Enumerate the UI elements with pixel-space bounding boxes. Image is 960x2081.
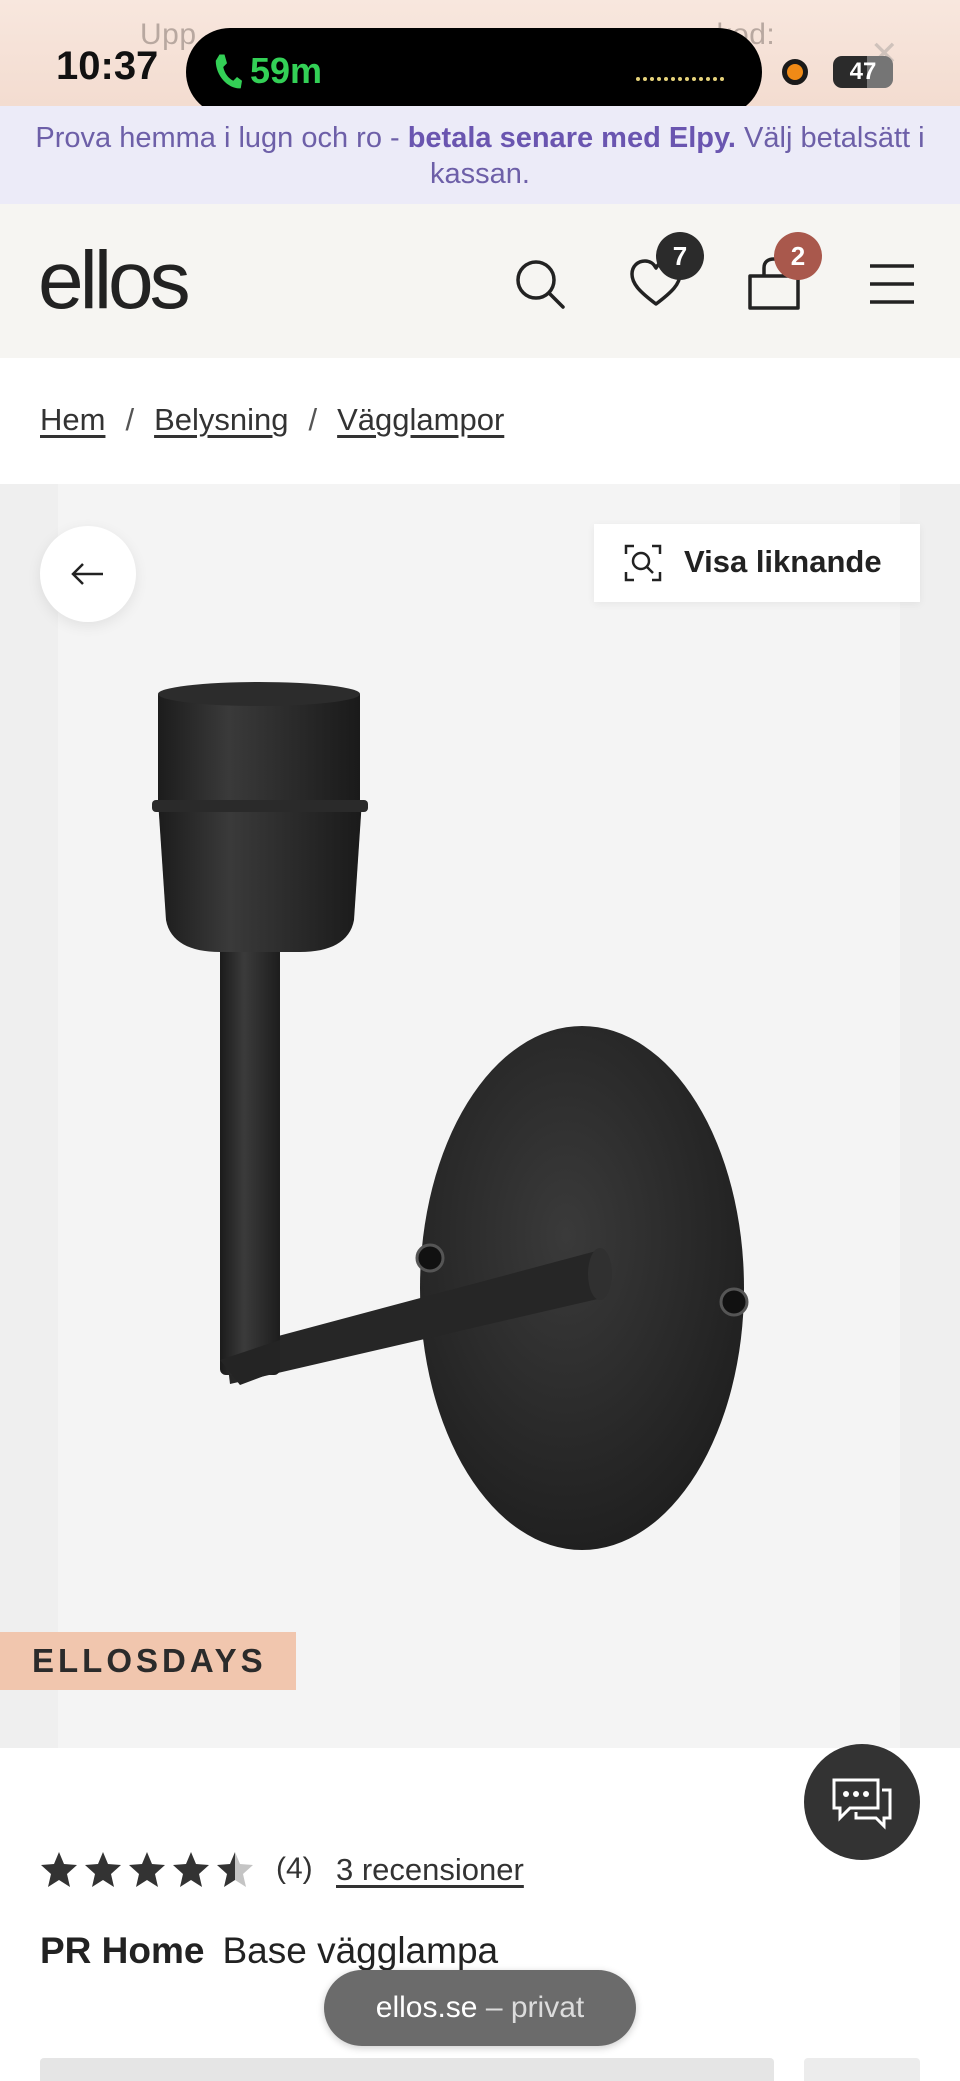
menu-icon[interactable] xyxy=(864,256,920,312)
chat-button[interactable] xyxy=(804,1744,920,1860)
visual-search-icon xyxy=(624,544,662,582)
cart-count-badge: 2 xyxy=(774,232,822,280)
breadcrumb-item-vagglampor[interactable]: Vägglampor xyxy=(337,402,504,437)
secondary-button[interactable] xyxy=(804,2058,920,2081)
chat-icon xyxy=(832,1778,892,1830)
browser-mode: – privat xyxy=(485,1991,585,2024)
site-header: ellos 7 2 xyxy=(0,204,960,358)
status-bar: Upp kod: ✕ 10:37 59m 47 xyxy=(0,0,960,116)
star-icon xyxy=(129,1852,165,1887)
search-icon[interactable] xyxy=(512,256,568,312)
promo-banner[interactable]: Prova hemma i lugn och ro - betala senar… xyxy=(0,106,960,204)
phone-icon xyxy=(215,54,242,89)
product-title: PR Home Base vägglampa xyxy=(40,1930,498,1972)
star-icon xyxy=(41,1852,77,1887)
audio-wave-icon xyxy=(636,68,732,81)
arrow-left-icon xyxy=(71,563,103,585)
rating-stars xyxy=(41,1852,253,1887)
star-icon xyxy=(173,1852,209,1887)
browser-address-pill[interactable]: ellos.se – privat xyxy=(324,1970,636,2046)
back-button[interactable] xyxy=(40,526,136,622)
wishlist-count-badge: 7 xyxy=(656,232,704,280)
browser-domain: ellos.se xyxy=(375,1991,478,2024)
product-name: Base vägglampa xyxy=(222,1930,499,1971)
visa-liknande-button[interactable]: Visa liknande xyxy=(594,524,920,602)
star-icon xyxy=(85,1852,121,1887)
product-photo-wall-lamp xyxy=(152,682,749,1550)
product-brand[interactable]: PR Home xyxy=(40,1930,204,1971)
breadcrumb-item-hem[interactable]: Hem xyxy=(40,402,105,437)
call-duration: 59m xyxy=(250,50,323,91)
battery-indicator: 47 xyxy=(833,56,893,88)
star-half-icon xyxy=(217,1852,253,1887)
recording-indicator-icon xyxy=(782,59,808,85)
size-select-button[interactable] xyxy=(40,2058,774,2081)
visa-liknande-label: Visa liknande xyxy=(684,544,882,579)
rating-count: (4) xyxy=(276,1852,313,1885)
product-page: Upp kod: ✕ 10:37 59m 47 Prova hemma i lug… xyxy=(0,0,960,2081)
ellosdays-campaign-tag: ELLOSDAYS xyxy=(0,1632,296,1690)
clock: 10:37 xyxy=(56,44,159,88)
dynamic-island[interactable]: 59m xyxy=(186,28,762,116)
ellos-logo[interactable]: ellos xyxy=(38,234,191,328)
breadcrumb: Hem / Belysning / Vägglampor xyxy=(40,402,505,437)
breadcrumb-item-belysning[interactable]: Belysning xyxy=(154,402,288,437)
reviews-link[interactable]: 3 recensioner xyxy=(336,1852,524,1888)
